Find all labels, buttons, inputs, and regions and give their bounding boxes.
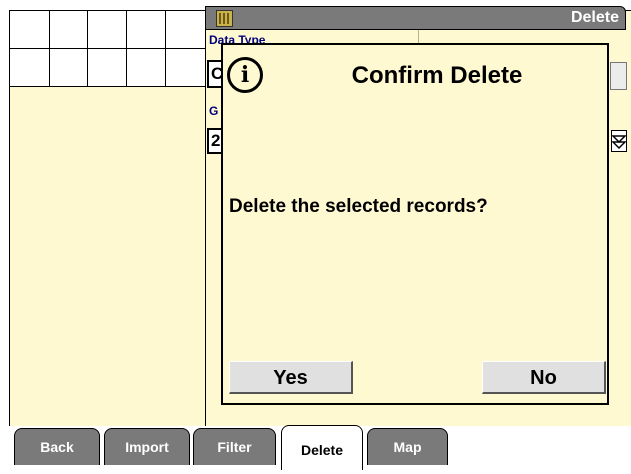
- shortcut-cell[interactable]: [127, 11, 166, 49]
- shortcut-cell[interactable]: [166, 11, 206, 49]
- shortcut-cell[interactable]: [127, 49, 166, 87]
- tab-filter[interactable]: Filter: [193, 428, 276, 465]
- title-bar: Delete: [205, 6, 626, 30]
- shortcut-cell[interactable]: [166, 49, 206, 87]
- confirm-delete-dialog: [221, 43, 609, 405]
- dialog-message: Delete the selected records?: [229, 196, 488, 217]
- no-button[interactable]: No: [482, 361, 606, 394]
- shortcut-cell[interactable]: [10, 11, 50, 49]
- page-title: Delete: [570, 9, 619, 26]
- group-label: G: [209, 104, 219, 118]
- folder-data-icon: [216, 10, 233, 27]
- shortcut-grid: [9, 10, 206, 87]
- yes-button[interactable]: Yes: [229, 361, 353, 394]
- tab-map[interactable]: Map: [367, 428, 448, 465]
- chevron-down-icon-shape: [611, 135, 627, 150]
- shortcut-cell[interactable]: [10, 49, 50, 87]
- dialog-title: Confirm Delete: [351, 62, 523, 89]
- shortcut-cell[interactable]: [88, 49, 127, 87]
- tab-import[interactable]: Import: [104, 428, 190, 465]
- shortcut-cell[interactable]: [88, 11, 127, 49]
- tab-delete[interactable]: Delete: [281, 425, 363, 470]
- tab-back[interactable]: Back: [14, 428, 100, 465]
- shortcut-cell[interactable]: [50, 11, 88, 49]
- chevron-down-icon[interactable]: [611, 130, 627, 152]
- shortcut-cell[interactable]: [50, 49, 88, 87]
- info-icon: i: [227, 57, 263, 93]
- data-type-select-button[interactable]: [610, 62, 627, 90]
- left-panel: [9, 86, 205, 426]
